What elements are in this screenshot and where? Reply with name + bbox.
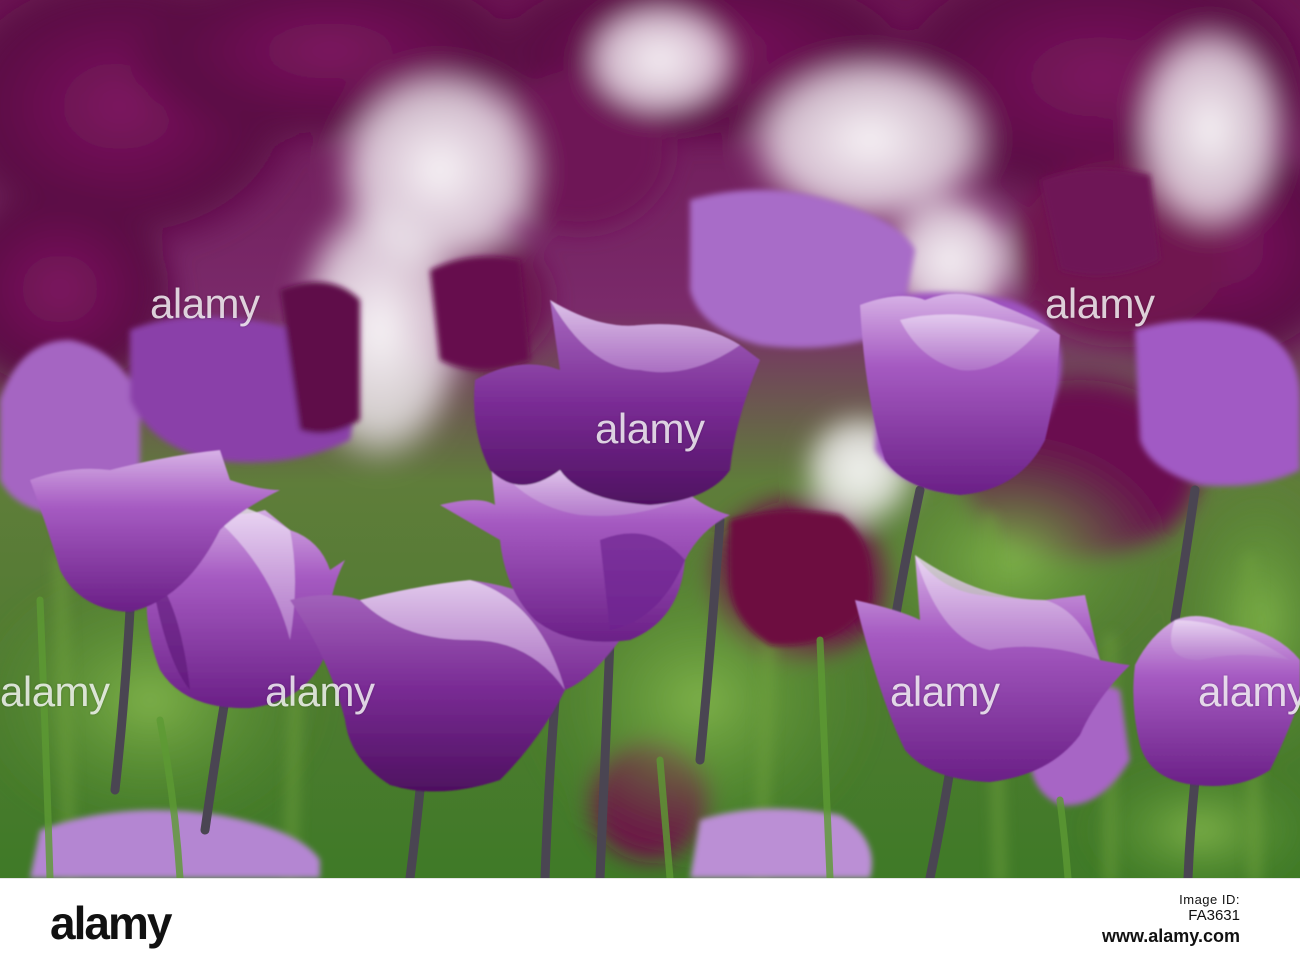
image-id-label: Image ID: bbox=[1179, 892, 1240, 907]
image-info: Image ID: FA3631 www.alamy.com bbox=[1102, 892, 1240, 947]
alamy-logo: alamy bbox=[50, 886, 180, 956]
footer-divider bbox=[0, 878, 1300, 879]
stock-photo-page: alamy alamy alamy alamy alamy alamy alam… bbox=[0, 0, 1300, 967]
image-id-value: FA3631 bbox=[1188, 907, 1240, 924]
tulip-field-photo bbox=[0, 0, 1300, 878]
alamy-logo-text: alamy bbox=[50, 897, 172, 949]
tulip-photo-art bbox=[0, 0, 1300, 878]
alamy-footer-bar: alamy Image ID: FA3631 www.alamy.com bbox=[0, 878, 1300, 967]
alamy-url: www.alamy.com bbox=[1101, 926, 1240, 946]
